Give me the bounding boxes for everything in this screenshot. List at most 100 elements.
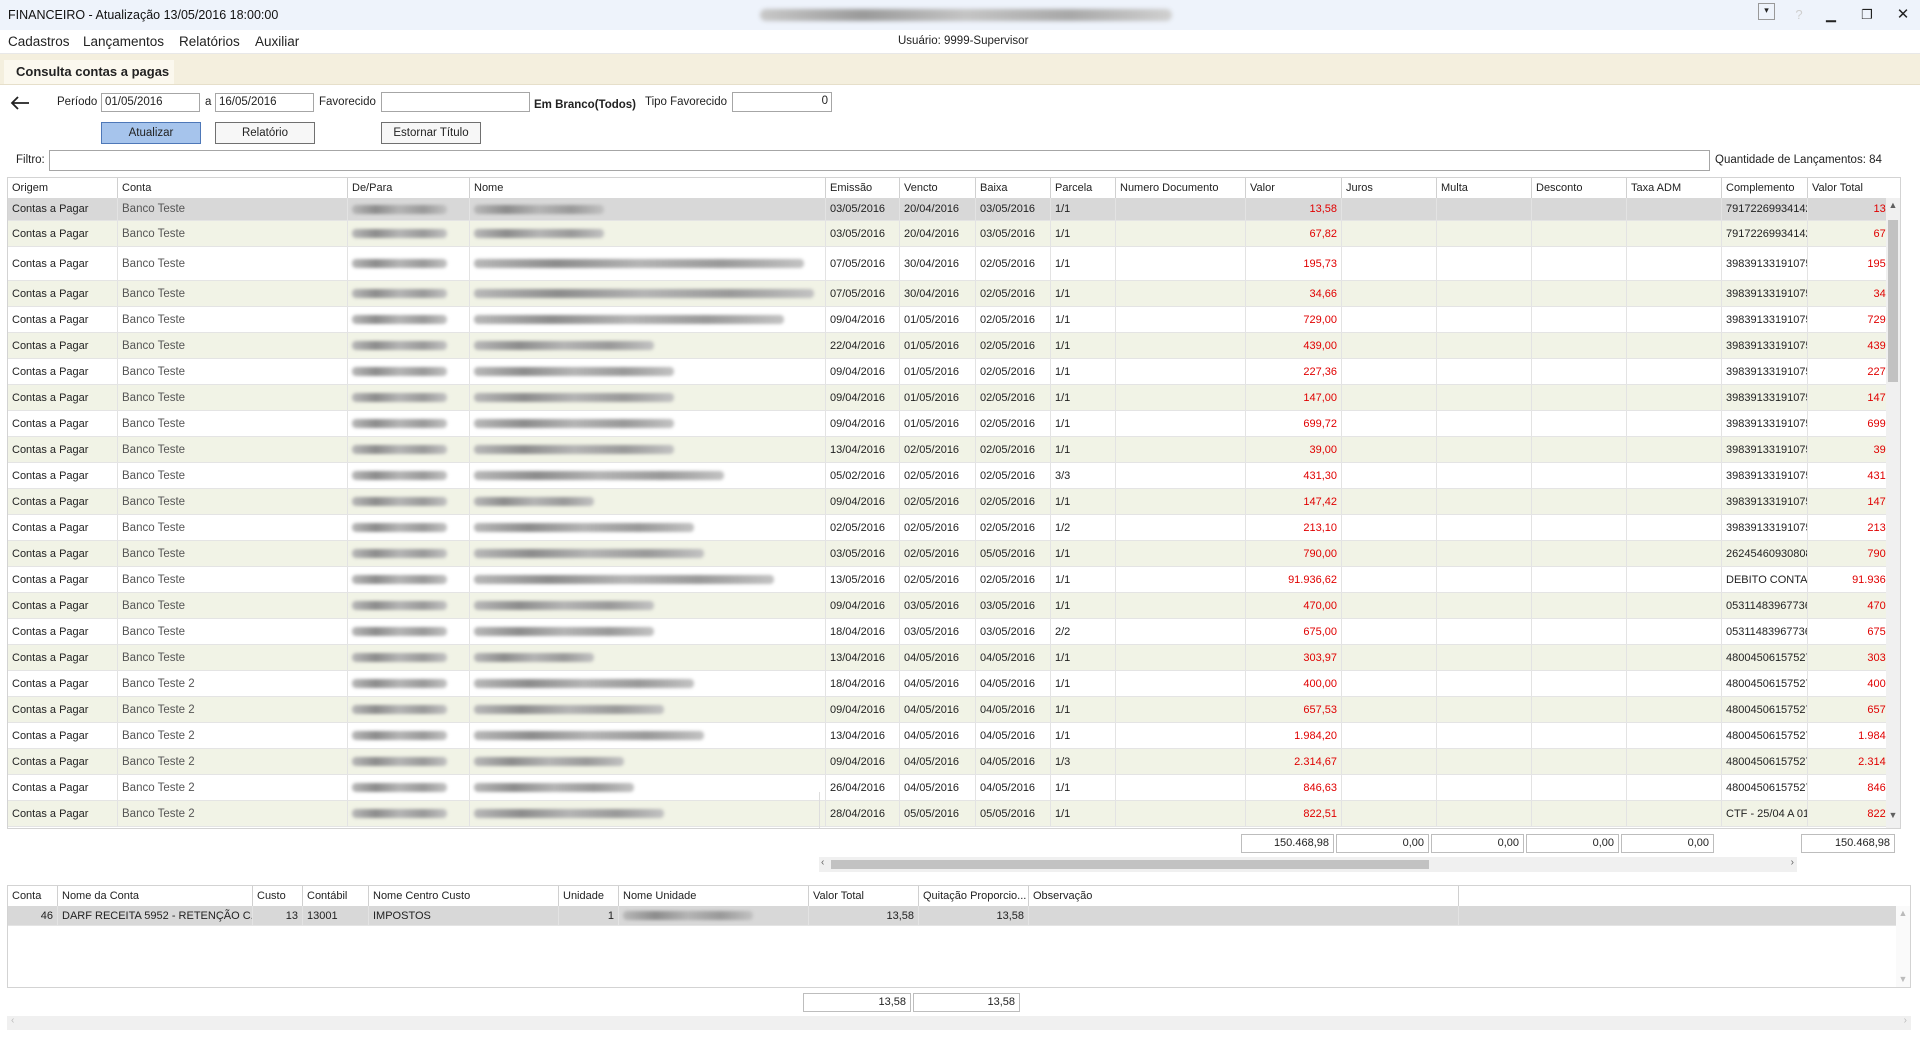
detail-scroll-right-icon[interactable]: › xyxy=(1904,1015,1907,1026)
table-row[interactable]: Contas a Pagar Banco Teste 09/04/2016 01/05… xyxy=(8,359,1900,385)
col-header-multa[interactable]: Multa xyxy=(1437,178,1532,198)
table-row[interactable]: Contas a Pagar Banco Teste 13/05/2016 02/05… xyxy=(8,567,1900,593)
detail-col-header-observacao[interactable]: Observação xyxy=(1029,886,1459,906)
help-icon[interactable]: ? xyxy=(1788,4,1810,26)
table-row[interactable]: Contas a Pagar Banco Teste 07/05/2016 30/04… xyxy=(8,281,1900,307)
tipo-favorecido-input[interactable]: 0 xyxy=(732,92,832,112)
dropdown-icon[interactable]: ▾ xyxy=(1758,3,1775,20)
detail-horizontal-scrollbar[interactable]: ‹ › xyxy=(7,1015,1911,1030)
scroll-up-icon[interactable]: ▲ xyxy=(1886,200,1900,210)
close-icon[interactable]: ✕ xyxy=(1892,4,1914,26)
cell-numdoc xyxy=(1116,198,1246,220)
table-row[interactable]: Contas a Pagar Banco Teste 13/04/2016 04/05… xyxy=(8,645,1900,671)
cell-conta: Banco Teste 2 xyxy=(118,775,348,800)
detail-col-header-nome_unidade[interactable]: Nome Unidade xyxy=(619,886,809,906)
cell-nome-redacted xyxy=(470,489,826,514)
table-row[interactable]: Contas a Pagar Banco Teste 09/04/2016 01/05… xyxy=(8,385,1900,411)
table-row[interactable]: Contas a Pagar Banco Teste 13/04/2016 02/05… xyxy=(8,437,1900,463)
table-row[interactable]: Contas a Pagar Banco Teste 05/02/2016 02/05… xyxy=(8,463,1900,489)
cell-emissao: 02/05/2016 xyxy=(826,515,900,540)
estornar-titulo-button[interactable]: Estornar Título xyxy=(381,122,481,144)
col-header-depara[interactable]: De/Para xyxy=(348,178,470,198)
col-header-numdoc[interactable]: Numero Documento xyxy=(1116,178,1246,198)
table-row[interactable]: Contas a Pagar Banco Teste 2 13/04/2016 04/… xyxy=(8,723,1900,749)
table-row[interactable]: Contas a Pagar Banco Teste 2 09/04/2016 04/… xyxy=(8,749,1900,775)
detail-vertical-scrollbar[interactable]: ▲ ▼ xyxy=(1896,906,1910,987)
filtro-label: Filtro: xyxy=(16,154,45,166)
col-header-origem[interactable]: Origem xyxy=(8,178,118,198)
detail-col-header-valor_total[interactable]: Valor Total xyxy=(809,886,919,906)
grid-horizontal-scrollbar[interactable]: ‹ › xyxy=(819,857,1797,872)
em-branco-label: Em Branco(Todos) xyxy=(534,99,637,111)
menu-lancamentos[interactable]: Lançamentos xyxy=(83,34,164,49)
col-header-emissao[interactable]: Emissão xyxy=(826,178,900,198)
restore-icon[interactable]: ❐ xyxy=(1856,4,1878,26)
scroll-left-icon[interactable]: ‹ xyxy=(821,857,824,868)
table-row[interactable]: Contas a Pagar Banco Teste 03/05/2016 20/04… xyxy=(8,221,1900,247)
user-label: Usuário: 9999-Supervisor xyxy=(898,35,1029,47)
detail-table-row[interactable]: 46 DARF RECEITA 5952 - RETENÇÃO C... 13 130… xyxy=(8,906,1896,926)
menu-relatorios[interactable]: Relatórios xyxy=(179,34,240,49)
back-arrow-icon[interactable] xyxy=(9,95,31,111)
periodo-ate-input[interactable]: 16/05/2016 xyxy=(215,93,314,112)
cell-juros xyxy=(1342,281,1437,306)
filtro-input[interactable] xyxy=(49,150,1710,171)
col-header-taxa[interactable]: Taxa ADM xyxy=(1627,178,1722,198)
detail-cell-valor_total: 13,58 xyxy=(809,906,919,925)
col-header-desconto[interactable]: Desconto xyxy=(1532,178,1627,198)
cell-numdoc xyxy=(1116,307,1246,332)
col-header-juros[interactable]: Juros xyxy=(1342,178,1437,198)
detail-col-header-conta[interactable]: Conta xyxy=(8,886,58,906)
table-row[interactable]: Contas a Pagar Banco Teste 03/05/2016 20/04… xyxy=(8,198,1900,221)
table-row[interactable]: Contas a Pagar Banco Teste 03/05/2016 02/05… xyxy=(8,541,1900,567)
cell-nome-redacted xyxy=(470,281,826,306)
cell-conta: Banco Teste xyxy=(118,515,348,540)
redacted-nome xyxy=(474,549,704,558)
relatorio-button[interactable]: Relatório xyxy=(215,122,315,144)
col-header-vencto[interactable]: Vencto xyxy=(900,178,976,198)
menu-auxiliar[interactable]: Auxiliar xyxy=(255,34,299,49)
table-row[interactable]: Contas a Pagar Banco Teste 2 09/04/2016 04/… xyxy=(8,697,1900,723)
detail-col-header-quitacao[interactable]: Quitação Proporcio... xyxy=(919,886,1029,906)
grid-vscroll-thumb[interactable] xyxy=(1888,220,1898,382)
table-row[interactable]: Contas a Pagar Banco Teste 2 26/04/2016 04/… xyxy=(8,775,1900,801)
detail-scroll-up-icon[interactable]: ▲ xyxy=(1896,908,1910,918)
cell-juros xyxy=(1342,385,1437,410)
atualizar-button[interactable]: Atualizar xyxy=(101,122,201,144)
table-row[interactable]: Contas a Pagar Banco Teste 2 28/04/2016 05/… xyxy=(8,801,1900,827)
col-header-baixa[interactable]: Baixa xyxy=(976,178,1051,198)
col-header-complemento[interactable]: Complemento xyxy=(1722,178,1808,198)
table-row[interactable]: Contas a Pagar Banco Teste 09/04/2016 02/05… xyxy=(8,489,1900,515)
detail-col-header-unidade[interactable]: Unidade xyxy=(559,886,619,906)
grid-vertical-scrollbar[interactable]: ▲ ▼ xyxy=(1886,198,1900,828)
table-row[interactable]: Contas a Pagar Banco Teste 09/04/2016 01/05… xyxy=(8,411,1900,437)
col-header-valor[interactable]: Valor xyxy=(1246,178,1342,198)
detail-col-header-nome_conta[interactable]: Nome da Conta xyxy=(58,886,253,906)
tab-consulta-contas-pagas[interactable]: Consulta contas a pagas xyxy=(4,60,174,84)
detail-col-header-custo[interactable]: Custo xyxy=(253,886,303,906)
detail-col-header-contabil[interactable]: Contábil xyxy=(303,886,369,906)
col-header-conta[interactable]: Conta xyxy=(118,178,348,198)
table-row[interactable]: Contas a Pagar Banco Teste 2 18/04/2016 04/… xyxy=(8,671,1900,697)
detail-scroll-down-icon[interactable]: ▼ xyxy=(1896,974,1910,984)
periodo-de-input[interactable]: 01/05/2016 xyxy=(101,93,200,112)
cell-depara-redacted xyxy=(348,411,470,436)
scroll-down-icon[interactable]: ▼ xyxy=(1886,810,1900,820)
minimize-icon[interactable]: ▁ xyxy=(1820,4,1842,26)
detail-scroll-left-icon[interactable]: ‹ xyxy=(11,1015,14,1026)
table-row[interactable]: Contas a Pagar Banco Teste 09/04/2016 01/05… xyxy=(8,307,1900,333)
scroll-right-icon[interactable]: › xyxy=(1791,857,1794,868)
col-header-total[interactable]: Valor Total xyxy=(1808,178,1900,198)
table-row[interactable]: Contas a Pagar Banco Teste 07/05/2016 30/04… xyxy=(8,247,1900,281)
grid-hscroll-thumb[interactable] xyxy=(831,860,1429,869)
table-row[interactable]: Contas a Pagar Banco Teste 22/04/2016 01/05… xyxy=(8,333,1900,359)
favorecido-input[interactable] xyxy=(381,92,530,112)
col-header-nome[interactable]: Nome xyxy=(470,178,826,198)
table-row[interactable]: Contas a Pagar Banco Teste 09/04/2016 03/05… xyxy=(8,593,1900,619)
col-header-parcela[interactable]: Parcela xyxy=(1051,178,1116,198)
menu-cadastros[interactable]: Cadastros xyxy=(8,34,70,49)
cell-valor: 227,36 xyxy=(1246,359,1342,384)
table-row[interactable]: Contas a Pagar Banco Teste 02/05/2016 02/05… xyxy=(8,515,1900,541)
detail-col-header-centro_custo[interactable]: Nome Centro Custo xyxy=(369,886,559,906)
table-row[interactable]: Contas a Pagar Banco Teste 18/04/2016 03/05… xyxy=(8,619,1900,645)
